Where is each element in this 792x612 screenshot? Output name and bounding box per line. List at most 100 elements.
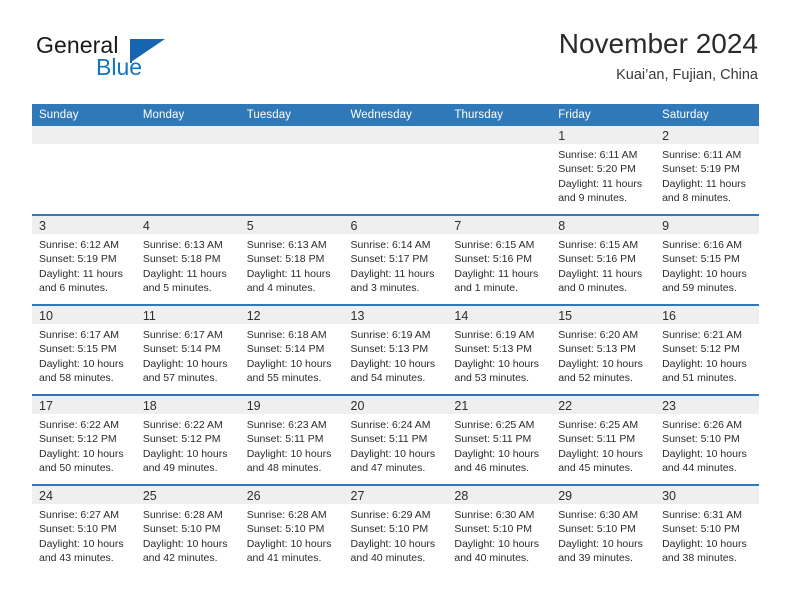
sunset-time: Sunset: 5:18 PM [246,253,325,266]
calendar-day-cell[interactable]: 16 Sunrise: 6:21 AM Sunset: 5:12 PM Dayligh… [655,304,759,395]
sunrise-time: Sunrise: 6:12 AM [39,239,119,251]
calendar-day-cell[interactable]: 4 Sunrise: 6:13 AM Sunset: 5:18 PM Daylight… [135,214,240,305]
sunset-time: Sunset: 5:15 PM [662,253,740,266]
daylight-duration-line1: Daylight: 10 hours [558,537,643,550]
weekday-header-monday: Monday [135,104,240,126]
calendar-day-cell[interactable]: 22 Sunrise: 6:25 AM Sunset: 5:11 PM Dayligh… [551,394,656,485]
day-details: Sunrise: 6:16 AM Sunset: 5:15 PM Daylight:… [655,234,759,296]
sunset-time: Sunset: 5:10 PM [662,523,740,536]
daylight-duration-line1: Daylight: 10 hours [454,537,540,550]
day-details: Sunrise: 6:15 AM Sunset: 5:16 PM Daylight:… [447,234,551,296]
day-number-strip: 6 [343,216,448,234]
calendar-grid: Sunday Monday Tuesday Wednesday Thursday… [32,104,759,574]
day-number-strip: 7 [447,216,552,234]
day-details: Sunrise: 6:29 AM Sunset: 5:10 PM Daylight:… [344,504,448,566]
daylight-duration-line2: and 46 minutes. [454,462,530,475]
calendar-day-cell[interactable]: 28 Sunrise: 6:30 AM Sunset: 5:10 PM Dayligh… [447,484,552,574]
daylight-duration-line2: and 5 minutes. [142,282,212,295]
calendar-day-cell[interactable]: 26 Sunrise: 6:28 AM Sunset: 5:10 PM Dayligh… [239,484,344,574]
sunrise-time: Sunrise: 6:28 AM [142,509,223,521]
calendar-day-cell[interactable]: 12 Sunrise: 6:18 AM Sunset: 5:14 PM Dayligh… [239,304,344,395]
brand-logo[interactable]: General Blue [34,30,294,90]
calendar-day-cell[interactable]: 7 Sunrise: 6:15 AM Sunset: 5:16 PM Daylight… [447,214,552,305]
weekday-header-row: Sunday Monday Tuesday Wednesday Thursday… [32,104,759,126]
sunset-time: Sunset: 5:15 PM [39,343,117,356]
daylight-duration-line2: and 48 minutes. [246,462,322,475]
day-number-strip: 20 [343,396,448,414]
sunrise-time: Sunrise: 6:17 AM [39,329,119,341]
sunset-time: Sunset: 5:11 PM [350,433,428,446]
day-number: 9 [662,219,670,233]
sunset-time: Sunset: 5:10 PM [246,523,325,536]
calendar-day-cell[interactable]: 1 Sunrise: 6:11 AM Sunset: 5:20 PM Daylight… [551,126,656,215]
calendar-day-cell[interactable]: 24 Sunrise: 6:27 AM Sunset: 5:10 PM Dayligh… [32,484,136,574]
day-number-strip: 16 [655,306,759,324]
calendar-day-cell[interactable]: 6 Sunrise: 6:14 AM Sunset: 5:17 PM Daylight… [343,214,448,305]
calendar-day-cell[interactable]: 19 Sunrise: 6:23 AM Sunset: 5:11 PM Dayligh… [239,394,344,485]
calendar-day-cell[interactable]: 18 Sunrise: 6:22 AM Sunset: 5:12 PM Dayligh… [135,394,240,485]
calendar-day-cell[interactable]: 3 Sunrise: 6:12 AM Sunset: 5:19 PM Daylight… [32,214,136,305]
daylight-duration-line2: and 8 minutes. [662,192,731,205]
day-details: Sunrise: 6:17 AM Sunset: 5:15 PM Daylight:… [32,324,136,386]
calendar-day-cell[interactable]: 15 Sunrise: 6:20 AM Sunset: 5:13 PM Dayligh… [551,304,656,395]
sunset-time: Sunset: 5:11 PM [558,433,636,446]
daylight-duration-line2: and 38 minutes. [662,552,737,565]
sunrise-time: Sunrise: 6:28 AM [246,509,327,521]
daylight-duration-line1: Daylight: 11 hours [350,267,435,280]
calendar-day-cell[interactable]: 8 Sunrise: 6:15 AM Sunset: 5:16 PM Daylight… [551,214,656,305]
calendar-day-cell[interactable]: 10 Sunrise: 6:17 AM Sunset: 5:15 PM Dayligh… [32,304,136,395]
calendar-day-cell[interactable]: 20 Sunrise: 6:24 AM Sunset: 5:11 PM Dayligh… [343,394,448,485]
calendar-day-cell[interactable]: 23 Sunrise: 6:26 AM Sunset: 5:10 PM Dayligh… [655,394,759,485]
sunset-time: Sunset: 5:14 PM [246,343,325,356]
sunrise-time: Sunrise: 6:22 AM [39,419,119,431]
day-number: 13 [350,309,365,323]
calendar-day-cell[interactable]: 17 Sunrise: 6:22 AM Sunset: 5:12 PM Dayligh… [32,394,136,485]
calendar-day-cell[interactable]: 13 Sunrise: 6:19 AM Sunset: 5:13 PM Dayligh… [343,304,448,395]
day-number-strip [447,126,552,144]
sunset-time: Sunset: 5:11 PM [246,433,324,446]
sunrise-time: Sunrise: 6:17 AM [142,329,223,341]
day-number: 19 [246,399,261,413]
daylight-duration-line1: Daylight: 10 hours [246,357,332,370]
daylight-duration-line1: Daylight: 10 hours [39,447,124,460]
calendar-day-cell[interactable]: 30 Sunrise: 6:31 AM Sunset: 5:10 PM Dayligh… [655,484,759,574]
sunset-time: Sunset: 5:12 PM [142,433,221,446]
sunset-time: Sunset: 5:16 PM [558,253,636,266]
day-number-strip: 14 [447,306,552,324]
day-details: Sunrise: 6:13 AM Sunset: 5:18 PM Daylight:… [136,234,240,296]
calendar-day-cell[interactable]: 14 Sunrise: 6:19 AM Sunset: 5:13 PM Dayligh… [447,304,552,395]
daylight-duration-line1: Daylight: 10 hours [142,357,228,370]
daylight-duration-line2: and 54 minutes. [350,372,426,385]
day-details: Sunrise: 6:17 AM Sunset: 5:14 PM Daylight:… [136,324,240,386]
calendar-day-cell[interactable]: 25 Sunrise: 6:28 AM Sunset: 5:10 PM Dayligh… [135,484,240,574]
day-number: 23 [662,399,676,413]
day-number-strip [135,126,240,144]
daylight-duration-line1: Daylight: 10 hours [662,447,747,460]
calendar-day-cell[interactable]: 27 Sunrise: 6:29 AM Sunset: 5:10 PM Dayligh… [343,484,448,574]
day-details: Sunrise: 6:21 AM Sunset: 5:12 PM Daylight:… [655,324,759,386]
daylight-duration-line1: Daylight: 11 hours [454,267,539,280]
day-number: 17 [39,399,53,413]
calendar-day-cell[interactable]: 9 Sunrise: 6:16 AM Sunset: 5:15 PM Daylight… [655,214,759,305]
calendar-day-cell[interactable]: 5 Sunrise: 6:13 AM Sunset: 5:18 PM Daylight… [239,214,344,305]
sunrise-time: Sunrise: 6:29 AM [350,509,431,521]
day-number-strip: 11 [135,306,240,324]
daylight-duration-line2: and 42 minutes. [142,552,218,565]
day-number-strip: 1 [551,126,656,144]
day-number: 20 [350,399,365,413]
brand-name-blue: Blue [96,54,143,80]
daylight-duration-line2: and 39 minutes. [558,552,633,565]
day-number-strip: 25 [135,486,240,504]
calendar-day-cell[interactable]: 21 Sunrise: 6:25 AM Sunset: 5:11 PM Dayligh… [447,394,552,485]
sunset-time: Sunset: 5:10 PM [454,523,533,536]
day-number: 14 [454,309,469,323]
calendar-day-cell[interactable]: 29 Sunrise: 6:30 AM Sunset: 5:10 PM Dayligh… [551,484,656,574]
sunrise-time: Sunrise: 6:19 AM [350,329,431,341]
day-number: 28 [454,489,469,503]
day-number-strip: 22 [551,396,656,414]
calendar-day-cell[interactable]: 11 Sunrise: 6:17 AM Sunset: 5:14 PM Dayligh… [135,304,240,395]
calendar-day-cell[interactable]: 2 Sunrise: 6:11 AM Sunset: 5:19 PM Daylight… [655,126,759,215]
daylight-duration-line1: Daylight: 10 hours [662,267,747,280]
weekday-header-thursday: Thursday [447,104,552,126]
day-number: 16 [662,309,676,323]
